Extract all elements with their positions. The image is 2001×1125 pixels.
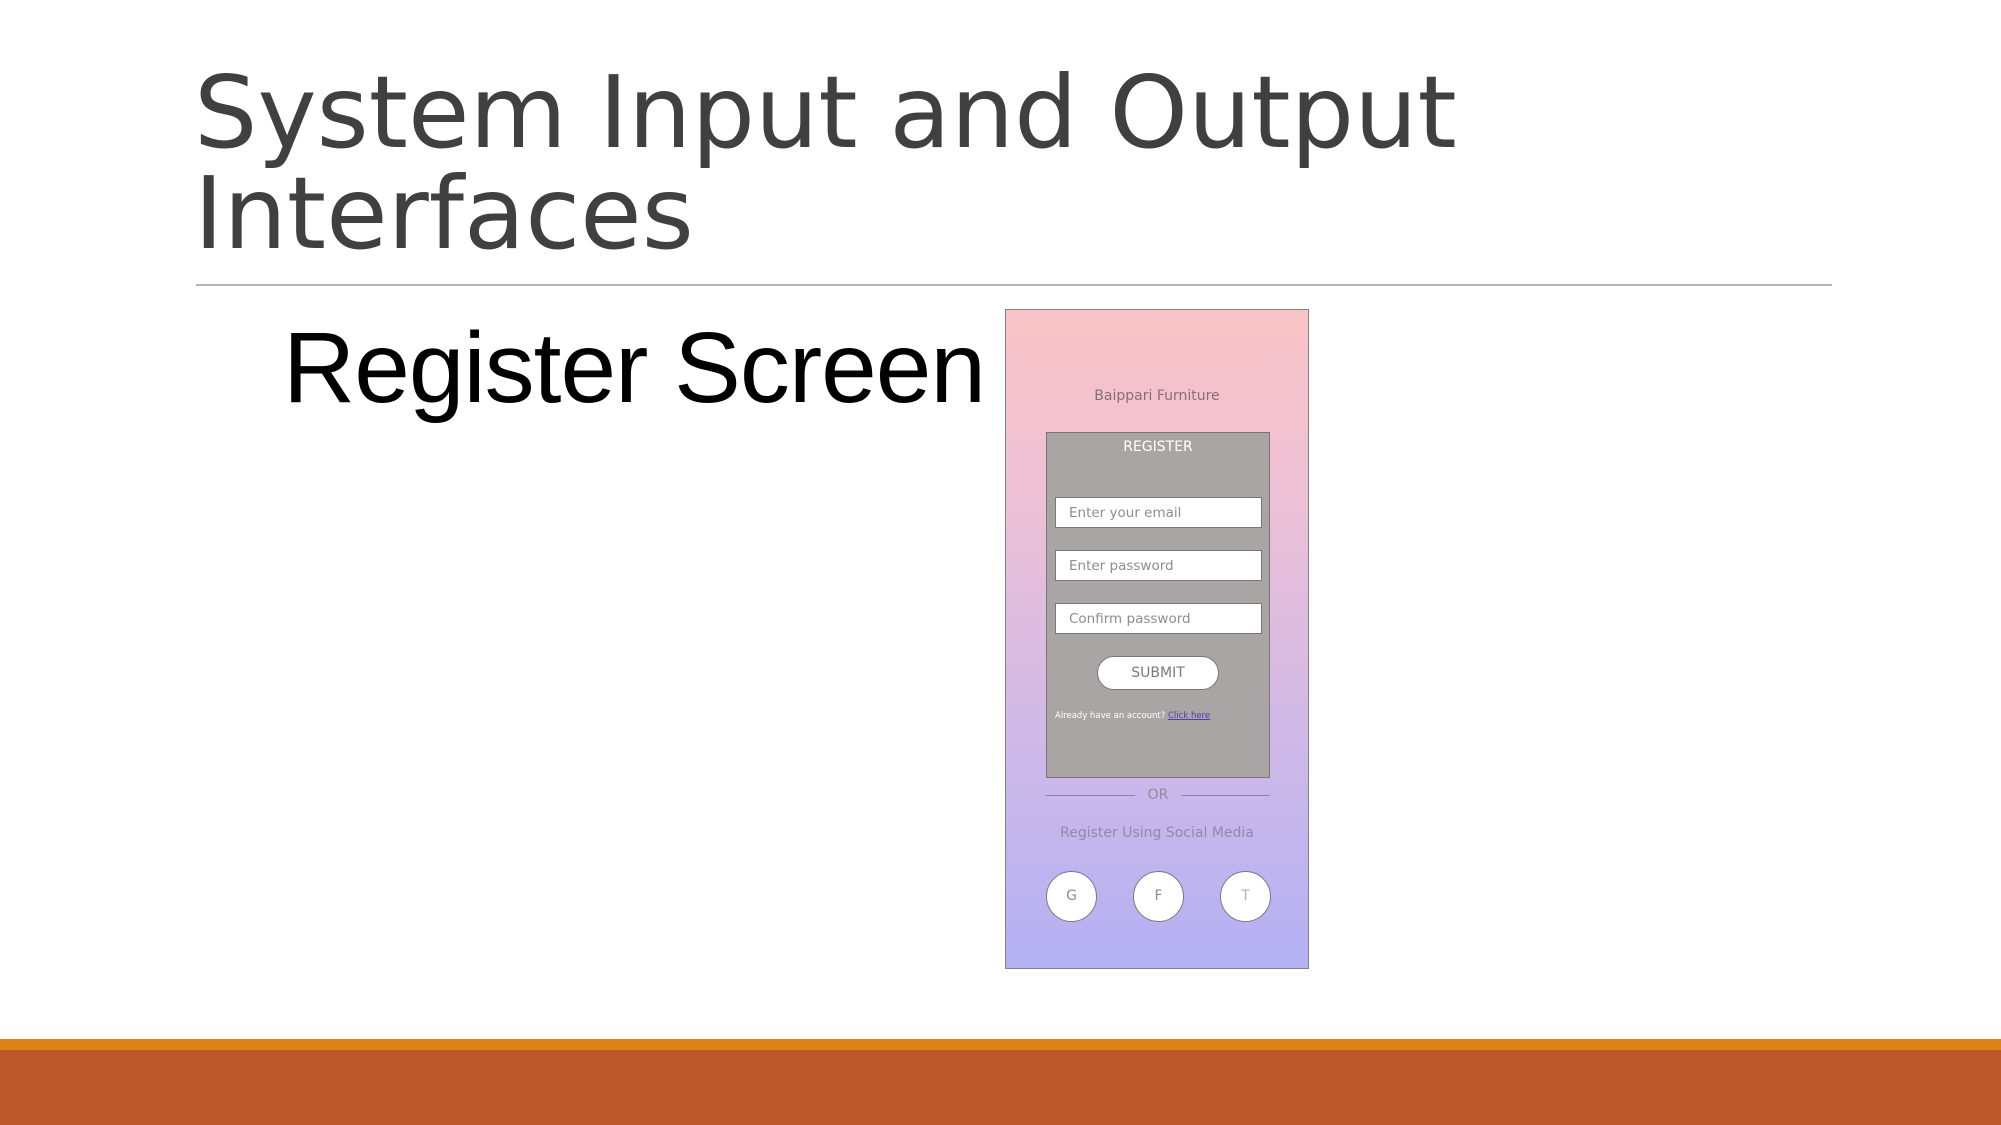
twitter-register-button[interactable]: T (1220, 871, 1271, 922)
google-icon: G (1066, 888, 1077, 904)
slide-title: System Input and Output Interfaces (194, 62, 1834, 264)
footer-accent-stripe (0, 1039, 2001, 1050)
brand-name: Baippari Furniture (1094, 388, 1220, 404)
confirm-password-field[interactable] (1055, 603, 1262, 634)
facebook-register-button[interactable]: F (1133, 871, 1184, 922)
or-separator: OR (1046, 786, 1270, 806)
footer-band (0, 1050, 2001, 1125)
google-register-button[interactable]: G (1046, 871, 1097, 922)
social-register-heading: Register Using Social Media (1060, 825, 1254, 841)
title-divider (196, 284, 1832, 286)
email-field[interactable] (1055, 497, 1262, 528)
separator-line-right (1182, 795, 1270, 796)
register-heading: REGISTER (1123, 439, 1193, 455)
login-link[interactable]: Click here (1168, 711, 1210, 721)
register-form: REGISTER SUBMIT Already have an account?… (1046, 432, 1270, 778)
slide-title-line1: System Input and Output (194, 54, 1457, 171)
password-field[interactable] (1055, 550, 1262, 581)
twitter-icon: T (1241, 888, 1250, 904)
register-screen-mockup: Baippari Furniture REGISTER SUBMIT Alrea… (1005, 309, 1309, 969)
slide-subtitle: Register Screen (283, 312, 986, 424)
facebook-icon: F (1154, 888, 1163, 904)
login-prompt: Already have an account? Click here (1055, 711, 1210, 721)
slide-title-line2: Interfaces (194, 155, 694, 272)
login-prompt-text: Already have an account? (1055, 711, 1166, 721)
submit-button[interactable]: SUBMIT (1097, 656, 1219, 690)
